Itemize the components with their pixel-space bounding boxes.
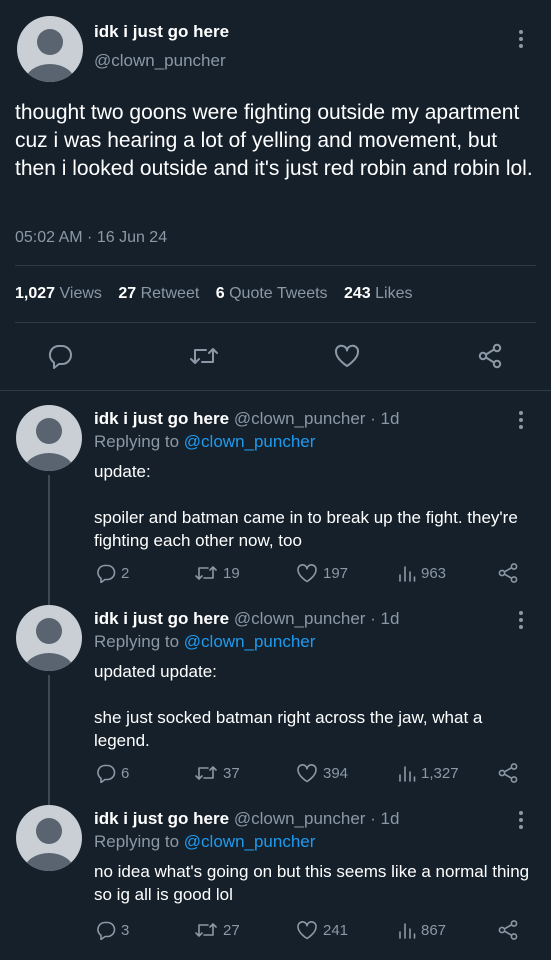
more-icon[interactable] <box>516 810 526 830</box>
avatar[interactable] <box>16 405 82 471</box>
reply-text: updated update: <box>94 662 217 681</box>
display-name[interactable]: idk i just go here <box>94 609 229 628</box>
timestamp[interactable]: 05:02 AM · 16 Jun 24 <box>15 229 167 247</box>
views-icon <box>399 923 416 939</box>
reply-icon <box>97 921 116 940</box>
retweet-count: 19 <box>223 564 240 582</box>
replying-to: Replying to @clown_puncher <box>94 432 315 452</box>
views-button[interactable]: 867 <box>398 920 446 940</box>
retweet-icon <box>195 923 217 937</box>
reply-text: update: <box>94 462 151 481</box>
likes-stat[interactable]: 243 Likes <box>344 285 413 302</box>
replying-to: Replying to @clown_puncher <box>94 632 315 652</box>
display-name[interactable]: idk i just go here <box>94 809 229 828</box>
reply-text: spoiler and batman came in to break up t… <box>94 508 518 550</box>
display-name[interactable]: idk i just go here <box>94 409 229 428</box>
retweet-icon <box>195 566 217 580</box>
views-count: 1,027 <box>15 285 56 302</box>
handle-meta[interactable]: @clown_puncher · 1d <box>234 409 400 428</box>
share-icon[interactable] <box>477 343 503 369</box>
views-icon <box>399 566 416 582</box>
retweet-icon[interactable] <box>189 344 219 368</box>
display-name[interactable]: idk i just go here <box>94 22 229 42</box>
like-icon <box>297 921 317 940</box>
tweet-text: thought two goons were fighting outside … <box>15 101 533 180</box>
retweet-button[interactable]: 37 <box>194 763 240 783</box>
avatar[interactable] <box>16 805 82 871</box>
retweet-icon <box>195 766 217 780</box>
reply-icon <box>97 764 116 783</box>
reply-button[interactable]: 2 <box>96 563 129 583</box>
views-icon <box>399 766 416 782</box>
like-icon <box>297 564 317 583</box>
like-count: 197 <box>323 564 349 582</box>
avatar[interactable] <box>16 605 82 671</box>
views-count: 867 <box>421 921 447 939</box>
replying-to-link[interactable]: @clown_puncher <box>184 832 316 851</box>
handle[interactable]: @clown_puncher <box>94 51 226 71</box>
reply-button[interactable]: 3 <box>96 920 129 940</box>
reply-count: 3 <box>121 921 130 939</box>
views-label: Views <box>59 285 102 302</box>
retweets-label: Retweet <box>140 285 200 302</box>
more-icon[interactable] <box>516 410 526 430</box>
retweets-stat[interactable]: 27 Retweet <box>118 285 199 302</box>
reply-header: idk i just go here @clown_puncher · 1d <box>94 809 399 829</box>
reply-count: 6 <box>121 764 130 782</box>
reply-text: no idea what's going on but this seems l… <box>94 862 530 904</box>
replying-to-link[interactable]: @clown_puncher <box>184 432 316 451</box>
like-count: 241 <box>323 921 349 939</box>
reply-icon <box>97 564 116 583</box>
reply-icon[interactable] <box>47 343 73 369</box>
retweet-count: 37 <box>223 764 240 782</box>
tweet-stats: 1,027 Views 27 Retweet 6 Quote Tweets 24… <box>15 285 413 303</box>
like-icon <box>297 764 317 783</box>
views-count: 963 <box>421 564 447 582</box>
divider <box>15 265 536 266</box>
share-icon[interactable] <box>497 762 519 784</box>
reply-header: idk i just go here @clown_puncher · 1d <box>94 609 399 629</box>
replying-prefix: Replying to <box>94 832 180 851</box>
like-button[interactable]: 197 <box>296 563 348 583</box>
views-button[interactable]: 963 <box>398 563 446 583</box>
divider <box>0 390 551 391</box>
avatar[interactable] <box>17 16 83 82</box>
thread-line <box>48 675 50 805</box>
thread-line <box>48 475 50 605</box>
retweet-button[interactable]: 27 <box>194 920 240 940</box>
reply-text: she just socked batman right across the … <box>94 708 483 750</box>
like-count: 394 <box>323 764 349 782</box>
reply-count: 2 <box>121 564 130 582</box>
handle-meta[interactable]: @clown_puncher · 1d <box>234 609 400 628</box>
share-icon[interactable] <box>497 562 519 584</box>
quotes-label: Quote Tweets <box>229 285 328 302</box>
quotes-stat[interactable]: 6 Quote Tweets <box>216 285 328 302</box>
views-count: 1,327 <box>421 764 459 782</box>
views-button[interactable]: 1,327 <box>398 763 459 783</box>
handle-meta[interactable]: @clown_puncher · 1d <box>234 809 400 828</box>
retweet-count: 27 <box>223 921 240 939</box>
replying-prefix: Replying to <box>94 632 180 651</box>
replying-to: Replying to @clown_puncher <box>94 832 315 852</box>
retweets-count: 27 <box>118 285 137 302</box>
reply-button[interactable]: 6 <box>96 763 129 783</box>
like-icon[interactable] <box>334 344 360 368</box>
like-button[interactable]: 241 <box>296 920 348 940</box>
share-icon[interactable] <box>497 919 519 941</box>
retweet-button[interactable]: 19 <box>194 563 240 583</box>
replying-prefix: Replying to <box>94 432 180 451</box>
replying-to-link[interactable]: @clown_puncher <box>184 632 316 651</box>
more-icon[interactable] <box>516 28 526 50</box>
likes-count: 243 <box>344 285 371 302</box>
reply-header: idk i just go here @clown_puncher · 1d <box>94 409 399 429</box>
divider <box>15 322 536 323</box>
more-icon[interactable] <box>516 610 526 630</box>
likes-label: Likes <box>375 285 413 302</box>
like-button[interactable]: 394 <box>296 763 348 783</box>
views-stat[interactable]: 1,027 Views <box>15 285 102 302</box>
quotes-count: 6 <box>215 285 225 302</box>
